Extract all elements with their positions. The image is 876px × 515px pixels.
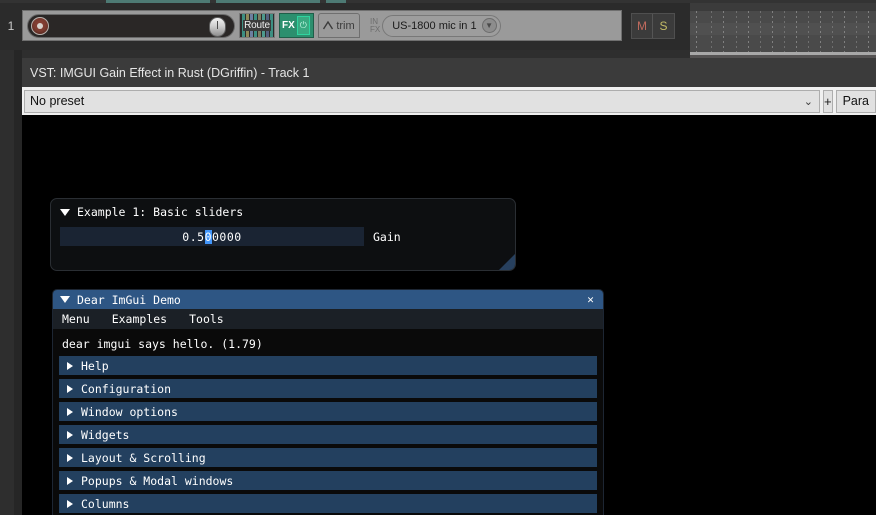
gain-slider-value-suffix: 0000 [212, 229, 242, 244]
app-root: 1 Route FX ⏻ trim IN FX US-1800 mic in 1… [0, 0, 876, 515]
tree-node-columns[interactable]: Columns [59, 494, 597, 513]
peak-icon [323, 21, 334, 30]
chevron-down-icon[interactable]: ▼ [481, 18, 497, 33]
vst-window-title: VST: IMGUI Gain Effect in Rust (DGriffin… [30, 65, 310, 80]
demo-menubar: Menu Examples Tools [53, 309, 603, 329]
volume-fader-knob[interactable] [209, 16, 226, 37]
fx-button-label: FX [282, 20, 295, 31]
chevron-down-icon: ⌄ [803, 95, 813, 108]
chevron-right-icon [67, 407, 73, 416]
parameters-button[interactable]: Para [835, 89, 876, 113]
tree-node-layout-scrolling[interactable]: Layout & Scrolling [59, 448, 597, 467]
add-preset-button[interactable]: + [823, 89, 833, 113]
demo-status-line: dear imgui says hello. (1.79) [62, 337, 263, 351]
tree-node-label: Columns [81, 496, 130, 511]
timeline-ruler[interactable]: 0:00.00 [690, 3, 876, 11]
menu-item-tools[interactable]: Tools [189, 312, 224, 326]
track-volume-strip[interactable] [27, 13, 235, 38]
demo-window-titlebar[interactable]: Dear ImGui Demo ✕ [53, 290, 603, 309]
gain-slider-value-selected: 0 [204, 229, 212, 244]
record-arm-button[interactable] [31, 16, 49, 35]
vst-plugin-window: VST: IMGUI Gain Effect in Rust (DGriffin… [22, 58, 876, 515]
demo-window-body: dear imgui says hello. (1.79) Help Confi… [53, 329, 603, 515]
vst-preset-bar: No preset ⌄ + Para [22, 87, 876, 115]
close-icon[interactable]: ✕ [583, 292, 598, 307]
vst-titlebar[interactable]: VST: IMGUI Gain Effect in Rust (DGriffin… [22, 58, 876, 87]
input-source-label: US-1800 mic in 1 [392, 19, 477, 32]
track-header-area: 1 Route FX ⏻ trim IN FX US-1800 mic in 1… [0, 3, 690, 50]
tree-node-help[interactable]: Help [59, 356, 597, 375]
menu-item-examples[interactable]: Examples [112, 312, 167, 326]
gain-window-header[interactable]: Example 1: Basic sliders [51, 199, 515, 219]
power-icon[interactable]: ⏻ [296, 16, 310, 35]
arrangement-area[interactable]: 0:00.00 [690, 3, 876, 52]
mute-button[interactable]: M [632, 14, 653, 38]
track-number: 1 [0, 8, 22, 44]
tree-node-label: Help [81, 358, 109, 373]
menu-item-menu[interactable]: Menu [62, 312, 90, 326]
tree-node-window-options[interactable]: Window options [59, 402, 597, 421]
tree-node-widgets[interactable]: Widgets [59, 425, 597, 444]
chevron-right-icon [67, 361, 73, 370]
collapse-arrow-icon[interactable] [60, 208, 70, 216]
preset-dropdown-value: No preset [30, 94, 85, 108]
tree-node-label: Layout & Scrolling [81, 450, 206, 465]
in-fx-label: IN FX [368, 17, 381, 34]
tree-node-label: Configuration [81, 381, 172, 396]
mute-solo-group: M S [631, 13, 675, 39]
collapse-arrow-icon[interactable] [60, 296, 70, 303]
track-row: Route FX ⏻ trim IN FX US-1800 mic in 1 ▼ [22, 10, 622, 41]
gain-slider-row: 0.5 0 0000 Gain [51, 219, 515, 246]
chevron-right-icon [67, 476, 73, 485]
gain-slider-value-prefix: 0.5 [182, 229, 205, 244]
tree-node-label: Widgets [81, 427, 130, 442]
chevron-right-icon [67, 384, 73, 393]
chevron-right-icon [67, 430, 73, 439]
gain-example-window: Example 1: Basic sliders 0.5 0 0000 Gain [50, 198, 516, 271]
plugin-canvas: Example 1: Basic sliders 0.5 0 0000 Gain D… [22, 115, 876, 515]
record-dot-icon [37, 22, 43, 29]
timeline-gridlines [690, 11, 876, 52]
daw-left-gutter-shadow [14, 50, 22, 515]
trim-button[interactable]: trim [318, 13, 360, 38]
imgui-demo-window: Dear ImGui Demo ✕ Menu Examples Tools de… [52, 289, 604, 515]
trim-button-label: trim [336, 19, 355, 32]
gain-slider-label: Gain [373, 229, 401, 244]
input-source-selector[interactable]: US-1800 mic in 1 ▼ [382, 14, 501, 37]
preset-dropdown[interactable]: No preset ⌄ [24, 89, 820, 113]
route-button[interactable]: Route [239, 13, 275, 38]
gain-window-title: Example 1: Basic sliders [77, 205, 244, 219]
demo-window-title: Dear ImGui Demo [77, 292, 181, 307]
route-button-label: Route [243, 20, 271, 31]
in-fx-line2: FX [370, 24, 381, 34]
solo-button[interactable]: S [653, 14, 674, 38]
fx-button[interactable]: FX ⏻ [279, 13, 314, 38]
tree-node-popups-modal-windows[interactable]: Popups & Modal windows [59, 471, 597, 490]
resize-grip[interactable] [499, 254, 515, 270]
gain-slider[interactable]: 0.5 0 0000 [60, 227, 364, 246]
chevron-right-icon [67, 453, 73, 462]
tree-node-configuration[interactable]: Configuration [59, 379, 597, 398]
demo-tree-list: Help Configuration Window options Widget… [53, 356, 603, 515]
tree-node-label: Window options [81, 404, 178, 419]
tree-node-label: Popups & Modal windows [81, 473, 234, 488]
input-fx-chip: IN FX US-1800 mic in 1 ▼ [368, 13, 501, 38]
chevron-right-icon [67, 499, 73, 508]
